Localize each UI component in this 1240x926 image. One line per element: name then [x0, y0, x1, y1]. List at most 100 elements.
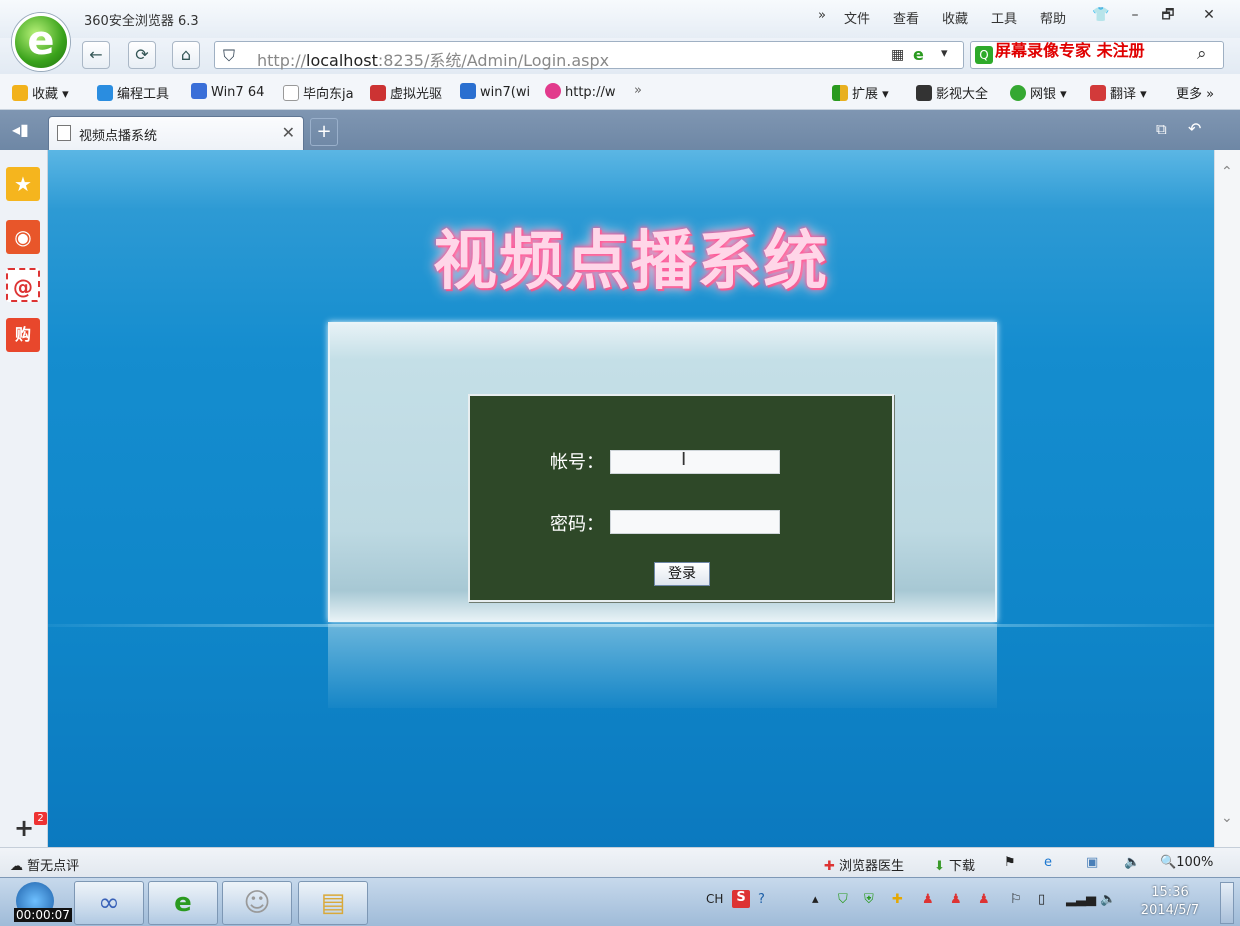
plus-icon[interactable]: ✚ — [892, 892, 903, 907]
qr-code-icon[interactable]: ▦ — [891, 47, 904, 63]
taskbar-app-recorder-icon[interactable]: ☺ — [222, 881, 292, 925]
volume-icon[interactable]: 🔈 — [1124, 855, 1140, 870]
sogou-ime-icon[interactable]: S — [732, 890, 750, 908]
action-center-flag-icon[interactable]: ⚐ — [1010, 892, 1022, 907]
tab-title: 视频点播系统 — [79, 129, 158, 144]
login-form: 帐号： I 密码： 登录 — [468, 394, 894, 602]
account-label: 帐号： — [550, 452, 604, 473]
rating-status[interactable]: ☁ 暂无点评 — [10, 855, 79, 874]
download-button[interactable]: ⬇ 下载 — [934, 855, 975, 874]
qq-icon[interactable]: ♟ — [978, 892, 990, 907]
bookmark-item[interactable]: 编程工具 — [97, 83, 169, 102]
login-button[interactable]: 登录 — [654, 562, 710, 586]
taskbar-app-explorer-icon[interactable]: ▤ — [298, 881, 368, 925]
start-button[interactable]: 00:00:07 — [0, 878, 72, 926]
paw-icon — [191, 83, 207, 99]
mail-icon[interactable]: @ — [6, 268, 40, 302]
bookmark-item[interactable]: win7(wi — [460, 83, 530, 100]
bookmark-item[interactable]: http://w — [545, 83, 615, 100]
minimize-button[interactable]: – — [1122, 4, 1148, 26]
translate-icon — [1090, 85, 1106, 101]
security-shield-icon[interactable]: ⛉ — [223, 46, 235, 66]
bookmark-item[interactable]: 毕向东ja — [283, 83, 354, 102]
translate-menu[interactable]: 翻译 ▾ — [1090, 83, 1147, 102]
rating-text: 暂无点评 — [27, 859, 80, 874]
scroll-down-icon[interactable]: ⌄ — [1221, 810, 1233, 826]
shopping-icon[interactable]: 购 — [6, 318, 40, 352]
flag-icon[interactable]: ⚑ — [1004, 855, 1016, 870]
show-desktop-button[interactable] — [1220, 882, 1234, 924]
browser-doctor-button[interactable]: ✚ 浏览器医生 — [824, 855, 904, 874]
bookmark-icon — [97, 85, 113, 101]
menu-tools[interactable]: 工具 — [991, 8, 1017, 27]
input-language[interactable]: CH — [706, 892, 723, 906]
taskbar-app-vs-icon[interactable]: ∞ — [74, 881, 144, 925]
more-menu[interactable]: 更多 » — [1176, 83, 1214, 102]
zoom-button[interactable]: 🔍100% — [1160, 855, 1213, 870]
movies-button[interactable]: 影视大全 — [916, 83, 988, 102]
menu-chevron-icon[interactable]: » — [818, 8, 826, 23]
browser-window: 360安全浏览器 6.3 » 文件 查看 收藏 工具 帮助 👕 – 🗗 ✕ e … — [0, 0, 1240, 926]
close-button[interactable]: ✕ — [1196, 4, 1222, 26]
extensions-menu[interactable]: 扩展 ▾ — [832, 83, 889, 102]
address-url[interactable]: http://localhost:8235/系统/Admin/Login.asp… — [257, 47, 609, 71]
menu-view[interactable]: 查看 — [893, 8, 919, 27]
skin-icon[interactable]: 👕 — [1088, 4, 1114, 26]
taskbar: 00:00:07 ∞ e ☺ ▤ CH S ? ▴ ⛉ ⛨ ✚ ♟ ♟ ♟ ⚐ … — [0, 877, 1240, 926]
account-input[interactable] — [610, 450, 780, 474]
bookmark-item[interactable]: 虚拟光驱 — [370, 83, 442, 102]
bookmark-item[interactable]: Win7 64 — [191, 83, 264, 100]
bookmark-label: 编程工具 — [117, 87, 170, 102]
device-icon[interactable]: ▯ — [1038, 892, 1045, 907]
menu-file[interactable]: 文件 — [844, 8, 870, 27]
undo-close-icon[interactable]: ↶ — [1188, 119, 1201, 138]
address-dropdown-icon[interactable]: ▾ — [941, 46, 948, 61]
search-icon[interactable]: ⌕ — [1197, 44, 1207, 64]
360-guard-icon[interactable]: ⛉ — [838, 892, 848, 907]
network-icon[interactable]: ▂▃▅ — [1066, 892, 1096, 907]
page-icon — [283, 85, 299, 101]
search-engine-icon[interactable]: Q — [975, 46, 993, 64]
video-icon — [916, 85, 932, 101]
password-input[interactable] — [610, 510, 780, 534]
refresh-icon[interactable]: ⟳ — [128, 41, 156, 69]
taskbar-app-360browser-icon[interactable]: e — [148, 881, 218, 925]
tab-list-icon[interactable]: ⧉ — [1156, 120, 1167, 138]
extensions-icon — [832, 85, 848, 101]
ie-icon[interactable]: e — [1044, 855, 1052, 870]
restore-button[interactable]: 🗗 — [1155, 4, 1181, 26]
bank-menu[interactable]: 网银 ▾ — [1010, 83, 1067, 102]
vertical-scrollbar[interactable]: ⌃ ⌄ — [1214, 150, 1240, 847]
home-icon[interactable]: ⌂ — [172, 41, 200, 69]
new-tab-button[interactable]: + — [310, 118, 338, 146]
sidebar-toggle-icon[interactable]: ◂▮ — [12, 120, 29, 139]
favorites-star-icon[interactable]: ★ — [6, 167, 40, 201]
menu-help[interactable]: 帮助 — [1040, 8, 1066, 27]
tab-video-system[interactable]: 视频点播系统 ✕ — [48, 116, 304, 150]
back-icon[interactable]: ← — [82, 41, 110, 69]
zoom-level: 100% — [1176, 855, 1214, 870]
system-clock[interactable]: 15:36 2014/5/7 — [1128, 884, 1212, 920]
favorites-menu[interactable]: 收藏 ▾ — [12, 83, 69, 102]
volume-icon[interactable]: 🔈 — [1100, 892, 1116, 907]
address-bar[interactable]: ⛉ http://localhost:8235/系统/Admin/Login.a… — [214, 41, 964, 71]
qq-icon[interactable]: ♟ — [922, 892, 934, 907]
address-host: localhost — [306, 51, 378, 70]
bookmarks-overflow-icon[interactable]: » — [634, 83, 642, 98]
doctor-icon: ✚ — [824, 859, 835, 874]
help-icon[interactable]: ? — [758, 892, 765, 907]
more-label: 更多 — [1176, 87, 1203, 102]
page-icon — [57, 125, 71, 141]
qq-icon[interactable]: ♟ — [950, 892, 962, 907]
add-sidebar-icon[interactable]: + — [14, 814, 34, 842]
weibo-icon[interactable]: ◉ — [6, 220, 40, 254]
scroll-up-icon[interactable]: ⌃ — [1221, 164, 1233, 180]
window-icon[interactable]: ▣ — [1086, 855, 1098, 870]
browser-logo-icon[interactable]: e — [12, 13, 70, 71]
clock-date: 2014/5/7 — [1140, 903, 1200, 918]
ie-engine-icon[interactable]: e — [913, 45, 924, 64]
tab-close-icon[interactable]: ✕ — [282, 123, 295, 142]
menu-favorites[interactable]: 收藏 — [942, 8, 968, 27]
shield-icon[interactable]: ⛨ — [864, 892, 874, 907]
show-hidden-icons-icon[interactable]: ▴ — [812, 892, 819, 907]
